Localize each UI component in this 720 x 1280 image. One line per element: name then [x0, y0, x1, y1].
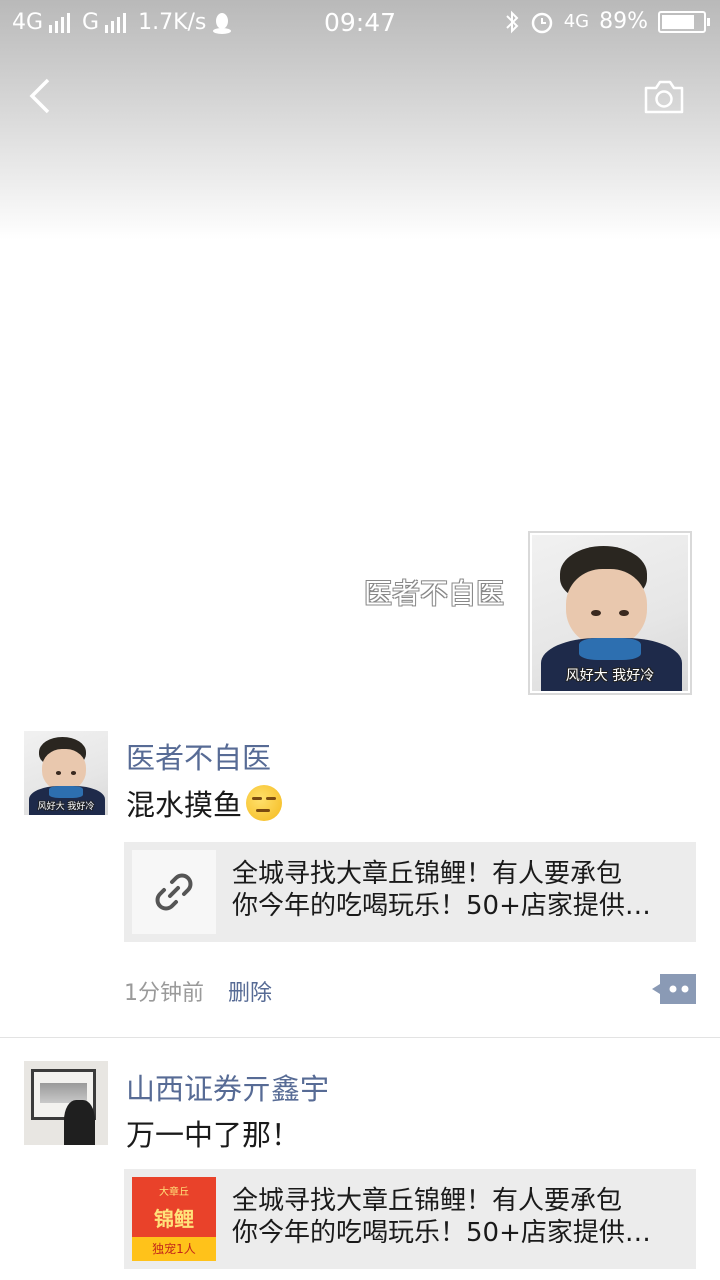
- post-2-avatar[interactable]: [24, 1061, 108, 1145]
- smirk-emoji-icon: [246, 785, 283, 821]
- post-1-time: 1分钟前: [124, 981, 204, 1006]
- link-title: 全城寻找大章丘锦鲤！有人要承包 你今年的吃喝玩乐！50+店家提供…: [232, 1185, 682, 1249]
- chevron-left-icon[interactable]: [22, 72, 62, 120]
- network-type-3: 4G: [563, 11, 590, 32]
- thumb-bottom-text: 独宠1人: [152, 1242, 196, 1256]
- avatar-image: 风好大 我好冷: [532, 535, 688, 691]
- bluetooth-icon: [505, 10, 519, 33]
- battery-icon: [658, 10, 710, 33]
- camera-icon[interactable]: [642, 76, 686, 116]
- link-title-line-2: 你今年的吃喝玩乐！50+店家提供…: [232, 891, 651, 921]
- alarm-icon: [531, 12, 552, 33]
- avatar-caption: 风好大 我好冷: [565, 667, 655, 684]
- post-2-text: 万一中了那！: [126, 1118, 301, 1152]
- post-2-author[interactable]: 山西证券亓鑫宇: [126, 1066, 329, 1108]
- thumb-main-text: 锦鲤: [154, 1207, 194, 1231]
- comment-menu-icon[interactable]: [652, 974, 696, 1004]
- profile-avatar[interactable]: 风好大 我好冷: [528, 531, 692, 695]
- post-1-text: 混水摸鱼: [126, 788, 243, 822]
- status-bar: 4G G 1.7K/s 09:47 4G 89%: [0, 0, 720, 48]
- link-thumbnail: [132, 850, 216, 934]
- post-1-avatar[interactable]: 风好大 我好冷: [24, 731, 108, 815]
- battery-percent: 89%: [599, 9, 648, 34]
- link-title-line-2: 你今年的吃喝玩乐！50+店家提供…: [232, 1218, 651, 1248]
- avatar-image: [24, 1061, 108, 1145]
- koi-thumbnail: 大章丘 锦鲤 独宠1人: [132, 1177, 216, 1261]
- avatar-image: 风好大 我好冷: [24, 731, 108, 815]
- profile-name[interactable]: 医者不自医: [364, 572, 504, 612]
- thumb-top-text: 大章丘: [159, 1187, 189, 1198]
- post-1-link-card[interactable]: 全城寻找大章丘锦鲤！有人要承包 你今年的吃喝玩乐！50+店家提供…: [124, 842, 696, 942]
- post-1-delete-button[interactable]: 删除: [228, 975, 272, 1007]
- link-icon: [155, 873, 193, 911]
- link-title: 全城寻找大章丘锦鲤！有人要承包 你今年的吃喝玩乐！50+店家提供…: [232, 858, 682, 922]
- link-title-line-1: 全城寻找大章丘锦鲤！有人要承包: [232, 1186, 623, 1216]
- post-2-link-card[interactable]: 大章丘 锦鲤 独宠1人 全城寻找大章丘锦鲤！有人要承包 你今年的吃喝玩乐！50+…: [124, 1169, 696, 1269]
- avatar-caption: 风好大 我好冷: [37, 801, 95, 812]
- post-1-text-row: 混水摸鱼: [126, 782, 283, 824]
- post-divider: [0, 1037, 720, 1038]
- link-title-line-1: 全城寻找大章丘锦鲤！有人要承包: [232, 859, 623, 889]
- post-1-author[interactable]: 医者不自医: [126, 735, 271, 777]
